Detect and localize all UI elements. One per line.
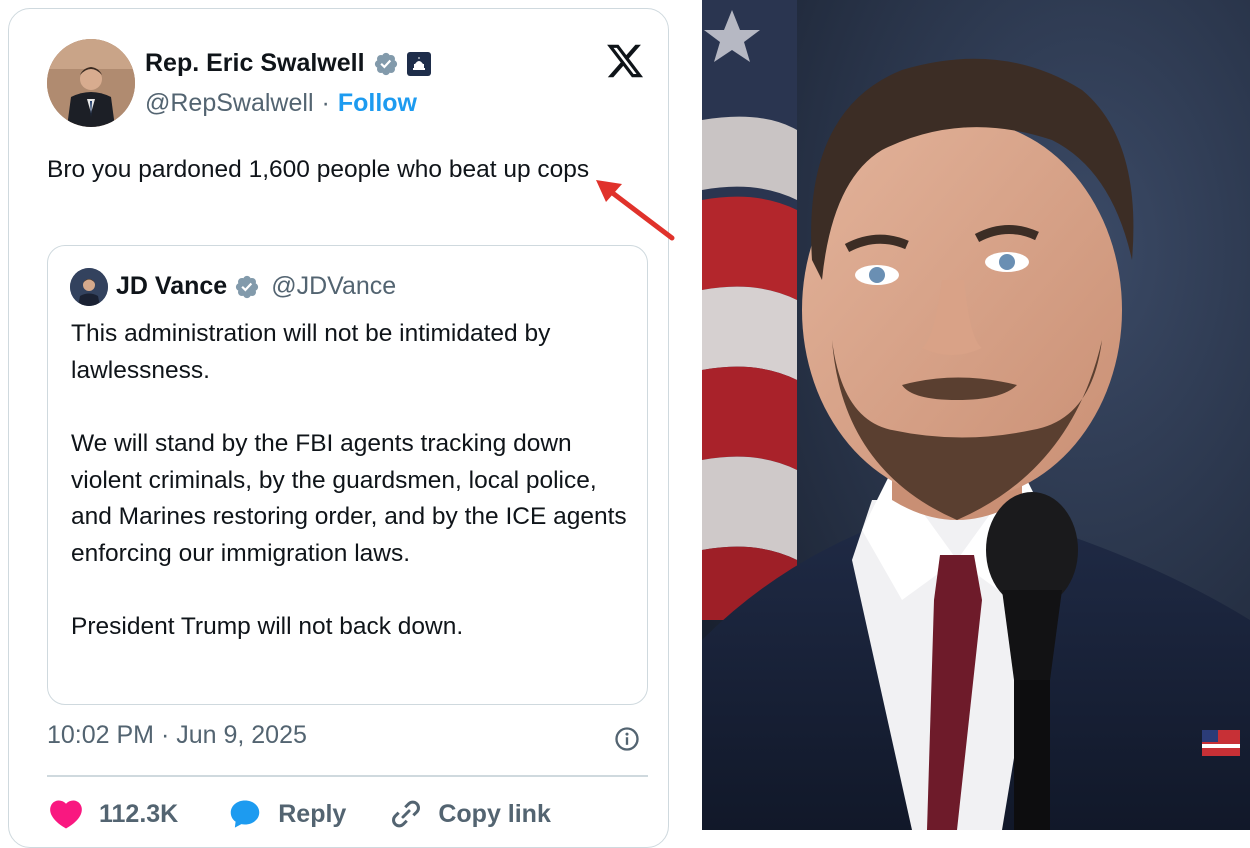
- quoted-paragraph: We will stand by the FBI agents tracking…: [71, 430, 627, 567]
- quoted-paragraph: This administration will not be intimida…: [71, 320, 551, 384]
- reply-label: Reply: [278, 799, 347, 828]
- tweet-card: Rep. Eric Swalwell @RepSwalwell · Follow…: [8, 8, 669, 848]
- link-icon: [388, 796, 424, 832]
- author-handle[interactable]: @RepSwalwell: [145, 89, 314, 118]
- quoted-author-avatar: [70, 268, 108, 306]
- author-avatar[interactable]: [47, 39, 135, 127]
- author-name[interactable]: Rep. Eric Swalwell: [145, 49, 365, 78]
- reply-button[interactable]: Reply: [226, 795, 346, 833]
- x-logo-icon[interactable]: [605, 41, 645, 81]
- follow-button[interactable]: Follow: [338, 89, 417, 118]
- like-count: 112.3K: [99, 799, 179, 828]
- quoted-author-name: JD Vance: [116, 272, 228, 300]
- quoted-tweet[interactable]: JD Vance @JDVance This administration wi…: [47, 245, 648, 705]
- action-bar: 112.3K Reply Copy link: [47, 795, 551, 833]
- quoted-author-row: JD Vance @JDVance: [116, 272, 396, 301]
- handle-row: @RepSwalwell · Follow: [145, 89, 417, 118]
- verified-badge-icon: [373, 51, 399, 77]
- author-row: Rep. Eric Swalwell: [145, 49, 431, 78]
- quoted-author-handle: @JDVance: [271, 272, 397, 300]
- portrait-photo: [702, 0, 1250, 830]
- tweet-text: Bro you pardoned 1,600 people who beat u…: [47, 156, 590, 183]
- quoted-paragraph: President Trump will not back down.: [71, 613, 464, 640]
- divider: [47, 775, 648, 777]
- quoted-tweet-body: This administration will not be intimida…: [71, 316, 631, 646]
- verified-badge-icon: [234, 274, 260, 300]
- copy-link-label: Copy link: [438, 799, 551, 828]
- tweet-timestamp[interactable]: 10:02 PM · Jun 9, 2025: [47, 721, 307, 750]
- info-icon[interactable]: [613, 725, 641, 753]
- chat-bubble-icon: [226, 795, 264, 833]
- red-arrow-icon: [592, 174, 676, 244]
- capitol-icon: [406, 51, 431, 76]
- copy-link-button[interactable]: Copy link: [388, 796, 551, 832]
- separator-dot: ·: [321, 89, 330, 117]
- like-button[interactable]: 112.3K: [47, 795, 178, 833]
- heart-icon: [47, 795, 85, 833]
